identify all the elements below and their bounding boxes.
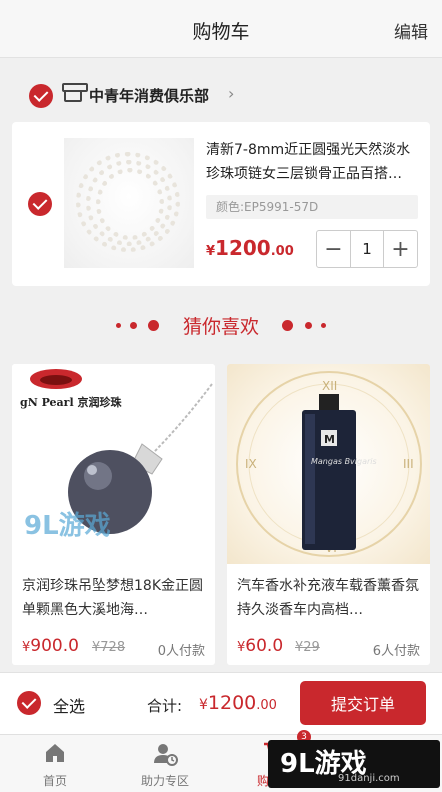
select-all-label[interactable]: 全选 <box>53 693 85 717</box>
select-all-checkbox[interactable] <box>17 691 41 715</box>
guess-title: 猜你喜欢 <box>182 316 259 338</box>
perfume-image[interactable]: XII III IX VI M Mangas Bvlgaris <box>227 364 430 564</box>
brand-logo: gN Pearl 京润珍珠 <box>20 395 122 409</box>
dot-decoration <box>321 323 326 328</box>
assist-icon <box>154 744 178 766</box>
pearl-pendant-image[interactable]: gN Pearl 京润珍珠 9L游戏 <box>12 364 215 564</box>
paid-count: 6人付款 <box>372 644 420 659</box>
price-main: 1200 <box>215 236 271 260</box>
recommend-price: ¥900.0 <box>22 636 79 656</box>
original-price: ¥29 <box>295 640 320 655</box>
page-title: 购物车 <box>192 21 250 43</box>
recommend-title[interactable]: 京润珍珠吊坠梦想18K金正圆单颗黑色大溪地海… <box>22 574 208 622</box>
svg-text:III: III <box>403 457 414 471</box>
tab-label: 助力专区 <box>140 774 189 788</box>
watermark-sub: 91danji.com <box>338 773 400 784</box>
pearl-necklace-image[interactable] <box>64 138 194 268</box>
guess-section-header: 猜你喜欢 <box>0 310 442 340</box>
item-checkbox[interactable] <box>28 192 52 216</box>
checkout-bar: 全选 合计: ¥1200.00 提交订单 <box>0 672 442 734</box>
tab-assist[interactable]: 助力专区 <box>115 735 215 792</box>
store-name[interactable]: 中青年消费俱乐部 <box>89 85 209 106</box>
dot-decoration <box>282 320 293 331</box>
submit-order-button[interactable]: 提交订单 <box>300 681 426 725</box>
chevron-right-icon: › <box>228 84 235 103</box>
watermark: 9L游戏 <box>24 511 111 541</box>
watermark-logo: 9L游戏 91danji.com <box>268 740 440 788</box>
item-price: ¥1200.00 <box>206 236 294 260</box>
increase-button[interactable]: + <box>384 231 417 267</box>
store-row[interactable]: 中青年消费俱乐部 › <box>0 76 442 116</box>
recommend-price: ¥60.0 <box>237 636 284 656</box>
cart-item-card: 清新7-8mm近正圆强光天然淡水珍珠项链女三层锁骨正品百搭… 颜色:EP5991… <box>12 122 430 286</box>
home-icon <box>46 744 64 762</box>
recommend-card[interactable]: XII III IX VI M Mangas Bvlgaris 汽车香水补充液车… <box>227 364 430 665</box>
item-spec[interactable]: 颜色:EP5991-57D <box>206 195 418 219</box>
tab-label: 首页 <box>42 774 67 788</box>
svg-text:M: M <box>324 433 335 446</box>
recommend-card[interactable]: gN Pearl 京润珍珠 9L游戏 京润珍珠吊坠梦想18K金正圆单颗黑色大溪地… <box>12 364 215 665</box>
nav-header: 购物车 编辑 <box>0 0 442 58</box>
original-price: ¥728 <box>92 640 126 655</box>
quantity-stepper: − 1 + <box>316 230 418 268</box>
paid-count: 0人付款 <box>157 644 205 659</box>
price-currency: ¥ <box>206 244 216 259</box>
item-title[interactable]: 清新7-8mm近正圆强光天然淡水珍珠项链女三层锁骨正品百搭… <box>206 138 422 186</box>
tab-home[interactable]: 首页 <box>5 735 105 792</box>
quantity-value[interactable]: 1 <box>350 231 384 267</box>
svg-text:XII: XII <box>322 379 337 393</box>
dot-decoration <box>305 322 312 329</box>
price-decimal: .00 <box>270 244 294 259</box>
decrease-button[interactable]: − <box>317 231 350 267</box>
recommend-title[interactable]: 汽车香水补充液车载香薰香氛持久淡香车内高档… <box>237 574 423 622</box>
total-label: 合计: <box>147 697 183 715</box>
store-icon <box>62 83 88 102</box>
store-checkbox[interactable] <box>29 84 53 108</box>
svg-text:IX: IX <box>245 457 257 471</box>
total-amount: ¥1200.00 <box>199 692 277 714</box>
brand-logo: Mangas Bvlgaris <box>311 457 377 466</box>
edit-button[interactable]: 编辑 <box>394 18 428 43</box>
